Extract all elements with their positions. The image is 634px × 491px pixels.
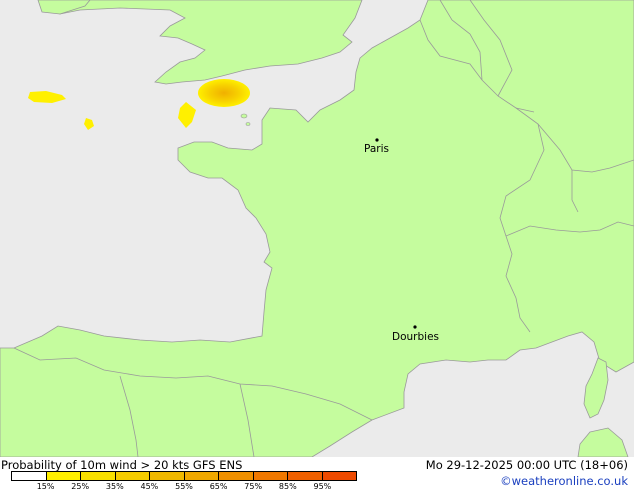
footer: Probability of 10m wind > 20 kts GFS ENS…: [0, 457, 634, 491]
land-channel-island: [240, 113, 248, 119]
legend-color-bar: [11, 471, 357, 481]
legend-swatch: [288, 471, 323, 481]
valid-time: Mo 29-12-2025 00:00 UTC (18+06): [425, 458, 628, 472]
credit-link[interactable]: ©weatheronline.co.uk: [500, 475, 628, 487]
city-label: Paris: [364, 143, 389, 155]
legend-swatch: [81, 471, 116, 481]
legend-swatch: [253, 471, 288, 481]
legend-swatch: [11, 471, 47, 481]
city-marker: [413, 325, 417, 329]
legend-swatch: [150, 471, 185, 481]
weather-map: Paris Dourbies: [0, 0, 634, 457]
legend-swatch: [46, 471, 81, 481]
land-channel-island: [245, 122, 251, 126]
city-marker: [375, 138, 379, 142]
legend-swatch: [115, 471, 150, 481]
legend-swatch: [322, 471, 357, 481]
product-title: Probability of 10m wind > 20 kts GFS ENS: [1, 458, 243, 472]
legend-swatch: [184, 471, 219, 481]
city-label: Dourbies: [392, 331, 439, 343]
probability-blob: [198, 79, 250, 107]
legend-swatch: [219, 471, 254, 481]
